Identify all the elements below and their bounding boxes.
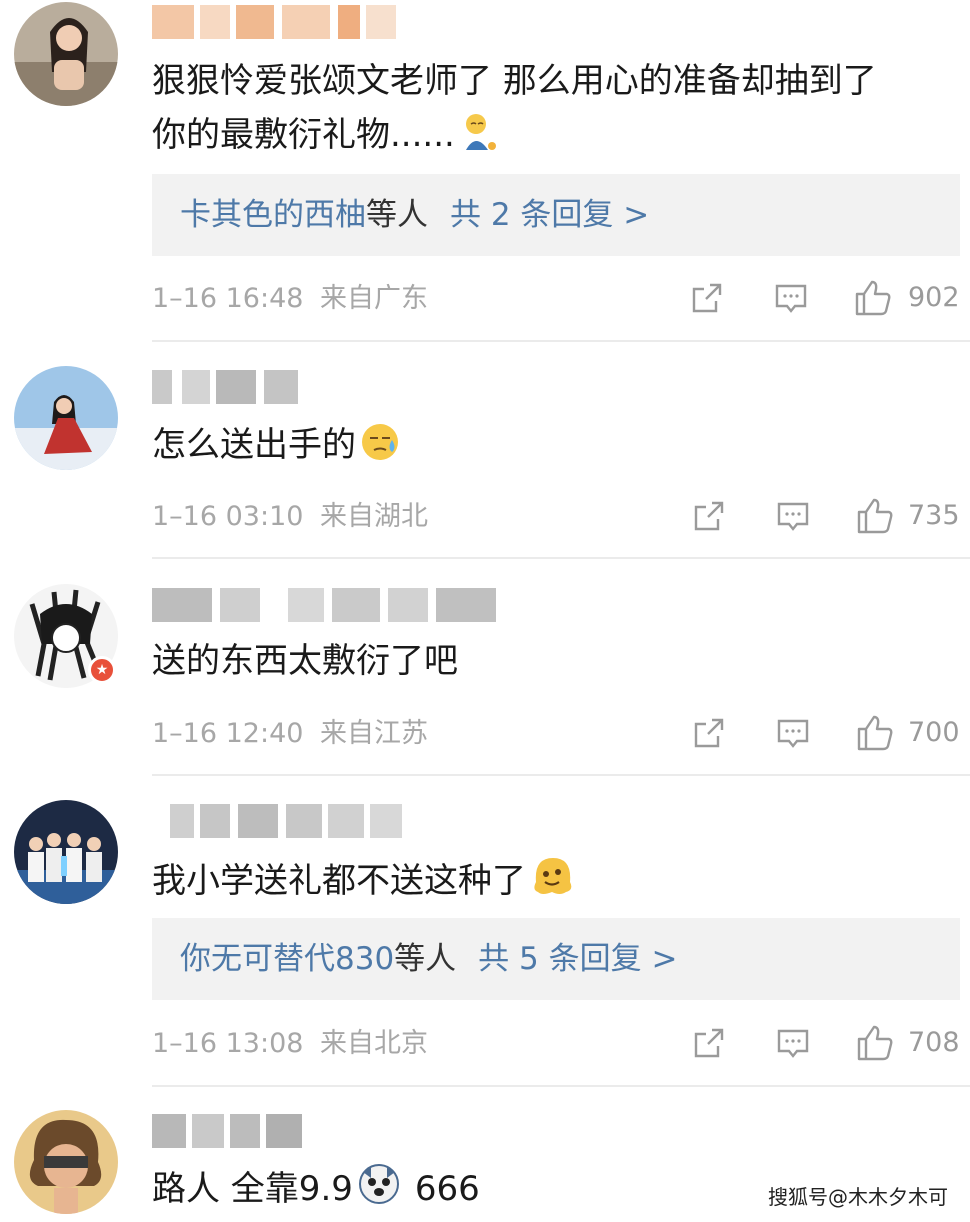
comment-icon[interactable] (776, 1026, 810, 1060)
share-icon[interactable] (692, 1026, 726, 1060)
comment-meta: 1–16 16:48 来自广东 (152, 282, 428, 316)
divider (152, 774, 970, 776)
like-count: 700 (908, 717, 960, 748)
share-icon[interactable] (690, 281, 724, 315)
comment-icon[interactable] (776, 716, 810, 750)
comment-date: 1–16 16:48 (152, 283, 304, 314)
comment-location: 来自江苏 (320, 718, 429, 749)
comment-date: 1–16 12:40 (152, 718, 304, 749)
comment-icon[interactable] (774, 281, 808, 315)
divider (152, 340, 970, 342)
reply-usernames[interactable]: 卡其色的西柚 (180, 197, 366, 233)
comment-meta: 1–16 03:10 来自湖北 (152, 500, 428, 534)
comment-date: 1–16 03:10 (152, 501, 304, 532)
like-icon[interactable] (856, 714, 894, 752)
comment-text-part: 666 (414, 1169, 480, 1209)
avatar[interactable] (14, 800, 118, 904)
like-count: 902 (908, 282, 960, 313)
comment-text-line: 你的最敷衍礼物...... (152, 108, 957, 162)
reply-count[interactable]: 共 2 条回复 > (450, 197, 649, 233)
comment-text-line: 送的东西太敷衍了吧 (152, 641, 458, 681)
comment-icon[interactable] (776, 499, 810, 533)
sweat-face-icon (362, 424, 398, 460)
comment-date: 1–16 13:08 (152, 1028, 304, 1059)
action-bar: 708 (690, 1024, 970, 1066)
comment-text-line: 狠狠怜爱张颂文老师了 那么用心的准备却抽到了 (152, 61, 877, 101)
melting-face-icon (534, 858, 572, 894)
like-icon[interactable] (856, 497, 894, 535)
comment-text: 我小学送礼都不送这种了 (152, 852, 957, 908)
share-icon[interactable] (692, 499, 726, 533)
verified-badge-icon: ★ (88, 656, 116, 684)
replies-box[interactable]: 你无可替代830等人共 5 条回复 > (152, 918, 960, 1000)
avatar[interactable] (14, 2, 118, 106)
action-bar: 700 (690, 714, 970, 756)
comment-meta: 1–16 13:08 来自北京 (152, 1027, 428, 1061)
like-count: 735 (908, 500, 960, 531)
comment-text-line: 怎么送出手的 (152, 425, 356, 465)
comment-meta: 1–16 12:40 来自江苏 (152, 717, 428, 751)
comment-text-part: 路人 全靠9.9 (152, 1169, 353, 1209)
watermark: 搜狐号@木木夕木可 (768, 1185, 948, 1209)
divider (152, 1085, 970, 1087)
comment-location: 来自北京 (320, 1028, 429, 1059)
sitting-emoji-icon (465, 114, 496, 150)
avatar[interactable] (14, 1110, 118, 1214)
like-icon[interactable] (856, 1024, 894, 1062)
comment-text: 狠狠怜爱张颂文老师了 那么用心的准备却抽到了 你的最敷衍礼物...... (152, 54, 957, 162)
like-icon[interactable] (854, 279, 892, 317)
comment-text: 怎么送出手的 (152, 418, 957, 472)
dog-face-icon (358, 1164, 399, 1204)
divider (152, 557, 970, 559)
reply-suffix: 等人 (366, 197, 428, 233)
like-count: 708 (908, 1027, 960, 1058)
reply-count[interactable]: 共 5 条回复 > (478, 941, 677, 977)
action-bar: 735 (690, 497, 970, 539)
comment-location: 来自广东 (320, 283, 429, 314)
avatar[interactable] (14, 366, 118, 470)
replies-box[interactable]: 卡其色的西柚等人共 2 条回复 > (152, 174, 960, 256)
action-bar: 902 (690, 279, 970, 321)
share-icon[interactable] (692, 716, 726, 750)
reply-suffix: 等人 (394, 941, 457, 977)
comment-location: 来自湖北 (320, 501, 429, 532)
comment-text-line: 我小学送礼都不送这种了 (152, 861, 526, 901)
reply-usernames[interactable]: 你无可替代830 (180, 941, 394, 977)
comment-text: 送的东西太敷衍了吧 (152, 634, 957, 688)
